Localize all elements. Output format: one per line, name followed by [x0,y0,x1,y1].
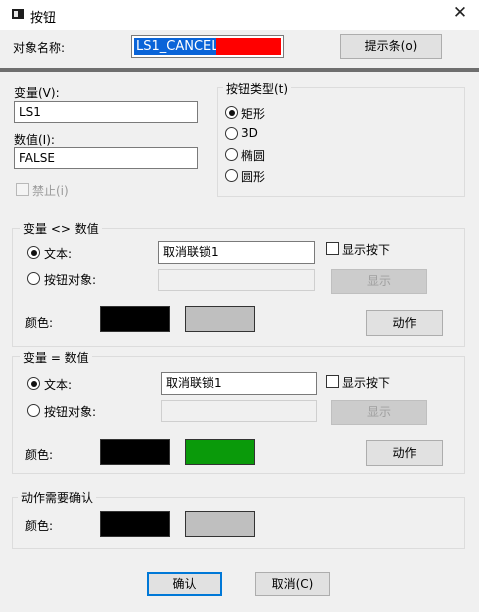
value-input[interactable]: FALSE [14,147,198,169]
button-type-legend: 按钮类型(t) [223,80,292,97]
eq-show-pressed-checkbox[interactable] [326,375,339,388]
neq-text-input[interactable]: 取消联锁1 [158,241,315,264]
neq-background-swatch[interactable] [185,306,255,332]
neq-button-object-input[interactable] [158,269,315,291]
neq-action-button[interactable]: 动作 [366,310,443,336]
button-properties-dialog: 按钮 ✕ 对象名称: LS1_CANCEL 提示条(o) 变量(V): LS1 … [0,0,479,612]
object-name-input[interactable]: LS1_CANCEL [131,35,284,58]
confirm-background-swatch[interactable] [185,511,255,537]
neq-text-label: 文本: [44,247,73,261]
eq-action-button[interactable]: 动作 [366,440,443,466]
radio-rectangle[interactable] [225,106,238,119]
cancel-button[interactable]: 取消(C) [255,572,330,596]
eq-color-label: 颜色: [25,448,54,462]
ok-button[interactable]: 确认 [147,572,222,596]
eq-text-input[interactable]: 取消联锁1 [161,372,317,395]
close-icon[interactable]: ✕ [448,3,472,25]
radio-ellipse[interactable] [225,148,238,161]
neq-text-radio[interactable] [27,246,40,259]
eq-show-pressed-label: 显示按下 [342,376,391,390]
radio-ellipse-label: 椭圆 [241,149,266,163]
radio-circle-label: 圆形 [241,170,266,184]
confirm-foreground-swatch[interactable] [100,511,170,537]
radio-circle[interactable] [225,169,238,182]
confirm-legend: 动作需要确认 [18,489,97,506]
radio-3d-label: 3D [241,126,258,140]
radio-3d[interactable] [225,127,238,140]
title-bar: 按钮 ✕ [0,0,479,30]
eq-foreground-swatch[interactable] [100,439,170,465]
disable-checkbox[interactable] [16,183,29,196]
object-name-color-mark [216,38,281,55]
disable-label: 禁止(i) [32,184,69,198]
variable-input[interactable]: LS1 [14,101,198,123]
window-icon [12,9,24,19]
neq-button-object-radio[interactable] [27,272,40,285]
window-title: 按钮 [30,11,57,26]
value-label: 数值(I): [14,133,55,147]
neq-button-object-label: 按钮对象: [44,273,97,287]
neq-foreground-swatch[interactable] [100,306,170,332]
eq-text-label: 文本: [44,378,73,392]
eq-button-object-radio[interactable] [27,404,40,417]
radio-rectangle-label: 矩形 [241,107,266,121]
confirm-color-label: 颜色: [25,519,54,533]
object-name-value: LS1_CANCEL [134,38,216,55]
neq-display-button[interactable]: 显示 [331,269,427,294]
variable-label: 变量(V): [14,86,60,100]
neq-show-pressed-checkbox[interactable] [326,242,339,255]
eq-display-button[interactable]: 显示 [331,400,427,425]
tooltip-button[interactable]: 提示条(o) [340,34,442,59]
section-neq-legend: 变量 <> 数值 [20,220,102,237]
separator [0,68,479,72]
eq-button-object-label: 按钮对象: [44,405,97,419]
eq-button-object-input[interactable] [161,400,317,422]
neq-show-pressed-label: 显示按下 [342,243,391,257]
object-name-label: 对象名称: [13,41,66,55]
eq-background-swatch[interactable] [185,439,255,465]
neq-color-label: 颜色: [25,316,54,330]
section-eq-legend: 变量 = 数值 [20,349,92,366]
eq-text-radio[interactable] [27,377,40,390]
